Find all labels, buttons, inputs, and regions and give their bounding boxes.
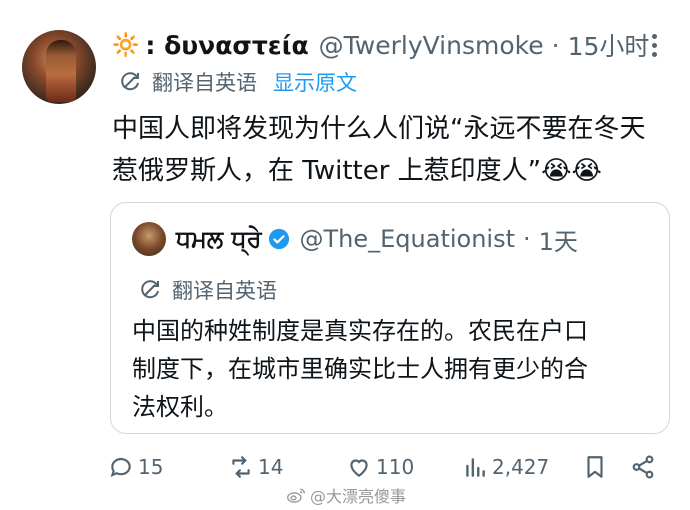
- quoted-tweet-body: 中国的种姓制度是真实存在的。农民在户口 制度下，在城市里确实比士人拥有更少的合 …: [132, 312, 652, 426]
- quoted-author-handle[interactable]: @The_Equationist: [300, 225, 516, 253]
- translated-from-label: 翻译自英语: [152, 71, 257, 95]
- weibo-logo-icon: [287, 488, 305, 503]
- weibo-watermark: @大漂亮傻事: [286, 484, 406, 506]
- header-separator: ·: [551, 30, 560, 60]
- views-icon: [466, 458, 485, 477]
- reply-count: 15: [138, 455, 164, 479]
- reply-button[interactable]: 15: [108, 452, 163, 482]
- view-count: 2,427: [492, 455, 550, 479]
- quoted-tweet-header: ਧਮਲ ਧ੍ਰੇ @The_Equationist · 1天: [176, 222, 578, 256]
- share-icon: [632, 455, 654, 479]
- like-button[interactable]: 110: [346, 452, 414, 482]
- more-vertical-icon[interactable]: [648, 34, 660, 60]
- quoted-timestamp[interactable]: 1天: [539, 222, 578, 257]
- quoted-header-separator: ·: [523, 225, 531, 253]
- retweet-count: 14: [258, 455, 284, 479]
- bookmark-icon: [587, 456, 603, 478]
- quoted-translation-row: 翻译自英语: [138, 276, 277, 304]
- retweet-button[interactable]: 14: [228, 452, 283, 482]
- avatar-figure: [46, 40, 76, 102]
- share-button[interactable]: [630, 452, 660, 482]
- translate-icon: [141, 280, 159, 299]
- tweet-text-line: 中国人即将发现为什么人们说“永远不要在冬天: [112, 114, 646, 144]
- bookmark-button[interactable]: [582, 452, 612, 482]
- sun-emoji-icon: 🔆: [112, 32, 140, 58]
- like-count: 110: [376, 455, 415, 479]
- author-avatar[interactable]: [22, 30, 96, 104]
- quoted-text-line: 制度下，在城市里确实比士人拥有更少的合: [132, 355, 588, 383]
- tweet-text-line: 惹俄罗斯人，在 Twitter 上惹印度人”😭😭: [112, 156, 602, 186]
- reply-icon: [110, 457, 131, 478]
- tweet-timestamp[interactable]: 15小时: [568, 27, 650, 63]
- author-handle[interactable]: @TwerlyVinsmoke: [319, 31, 544, 60]
- quoted-author-name[interactable]: ਧਮਲ ਧ੍ਰੇ: [176, 225, 262, 253]
- tweet-body: 中国人即将发现为什么人们说“永远不要在冬天 惹俄罗斯人，在 Twitter 上惹…: [112, 108, 667, 192]
- heart-icon: [350, 459, 368, 477]
- translate-icon: [121, 72, 139, 91]
- translation-row: 翻译自英语 显示原文: [118, 68, 357, 96]
- tweet-header: 🔆 : δυναστεία @TwerlyVinsmoke · 15小时: [112, 28, 649, 62]
- watermark-text: @大漂亮傻事: [310, 487, 407, 506]
- quoted-text-line: 中国的种姓制度是真实存在的。农民在户口: [132, 317, 588, 345]
- show-original-link[interactable]: 显示原文: [273, 67, 357, 97]
- author-display-name[interactable]: : δυναστεία: [145, 31, 308, 60]
- verified-badge-icon: [268, 228, 289, 250]
- retweet-icon: [232, 456, 250, 478]
- quoted-text-line: 法权利。: [132, 393, 228, 421]
- quoted-author-avatar[interactable]: [132, 222, 166, 256]
- quoted-translated-from-label: 翻译自英语: [172, 279, 277, 303]
- views-button[interactable]: 2,427: [462, 452, 549, 482]
